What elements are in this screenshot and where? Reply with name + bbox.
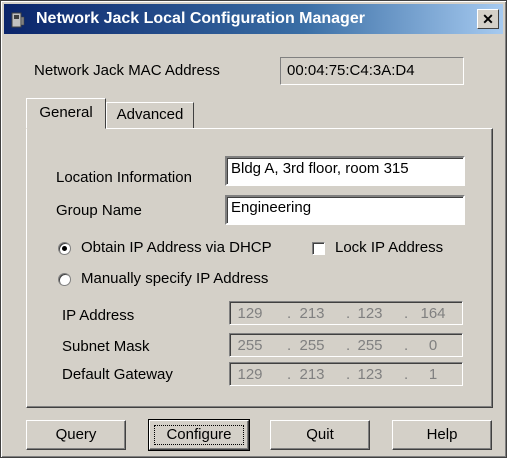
subnet-dot-1: . (287, 337, 292, 354)
gateway-dot-3: . (404, 366, 409, 383)
tab-advanced[interactable]: Advanced (106, 102, 194, 128)
network-jack-icon (11, 12, 25, 28)
manual-ip-radio[interactable] (58, 273, 71, 286)
gateway-octet-3: 123 (357, 366, 383, 383)
config-window: Network Jack Local Configuration Manager… (0, 0, 507, 458)
dhcp-label: Obtain IP Address via DHCP (81, 239, 272, 256)
ip-dot-3: . (404, 305, 409, 322)
help-button[interactable]: Help (392, 420, 492, 450)
window-title: Network Jack Local Configuration Manager (36, 10, 365, 27)
default-gateway-label: Default Gateway (62, 366, 173, 383)
subnet-octet-4: 0 (428, 337, 438, 354)
group-name-input[interactable]: Engineering (225, 195, 465, 225)
group-name-label: Group Name (56, 202, 142, 219)
title-bar[interactable]: Network Jack Local Configuration Manager… (4, 4, 503, 34)
close-button[interactable]: ✕ (477, 9, 499, 29)
ip-dot-1: . (287, 305, 292, 322)
mac-address-value-box: 00:04:75:C4:3A:D4 (280, 57, 464, 85)
mac-address-value: 00:04:75:C4:3A:D4 (287, 62, 415, 79)
focus-rect (154, 425, 244, 445)
ip-address-field: 129 . 213 . 123 . 164 (229, 301, 463, 325)
lock-ip-label: Lock IP Address (335, 239, 444, 256)
ip-octet-4: 164 (420, 305, 446, 322)
ip-octet-1: 129 (237, 305, 263, 322)
default-gateway-field: 129 . 213 . 123 . 1 (229, 362, 463, 386)
tab-general-label: General (39, 104, 93, 121)
subnet-mask-label: Subnet Mask (62, 338, 150, 355)
gateway-octet-2: 213 (299, 366, 325, 383)
location-label: Location Information (56, 169, 192, 186)
location-input[interactable]: Bldg A, 3rd floor, room 315 (225, 156, 465, 186)
lock-ip-checkbox[interactable] (312, 242, 325, 255)
close-icon: ✕ (482, 11, 494, 27)
gateway-octet-4: 1 (428, 366, 438, 383)
subnet-dot-3: . (404, 337, 409, 354)
gateway-octet-1: 129 (237, 366, 263, 383)
quit-button[interactable]: Quit (270, 420, 370, 450)
subnet-octet-3: 255 (357, 337, 383, 354)
subnet-mask-field: 255 . 255 . 255 . 0 (229, 333, 463, 357)
tab-advanced-label: Advanced (116, 106, 184, 123)
dhcp-radio[interactable] (58, 242, 71, 255)
gateway-dot-1: . (287, 366, 292, 383)
configure-button[interactable]: Configure (148, 419, 250, 451)
subnet-octet-2: 255 (299, 337, 325, 354)
ip-octet-2: 213 (299, 305, 325, 322)
ip-address-label: IP Address (62, 307, 135, 324)
manual-ip-label: Manually specify IP Address (81, 270, 269, 287)
query-button[interactable]: Query (26, 420, 126, 450)
mac-address-label: Network Jack MAC Address (34, 62, 220, 79)
tab-general[interactable]: General (26, 98, 106, 129)
subnet-octet-1: 255 (237, 337, 263, 354)
ip-octet-3: 123 (357, 305, 383, 322)
